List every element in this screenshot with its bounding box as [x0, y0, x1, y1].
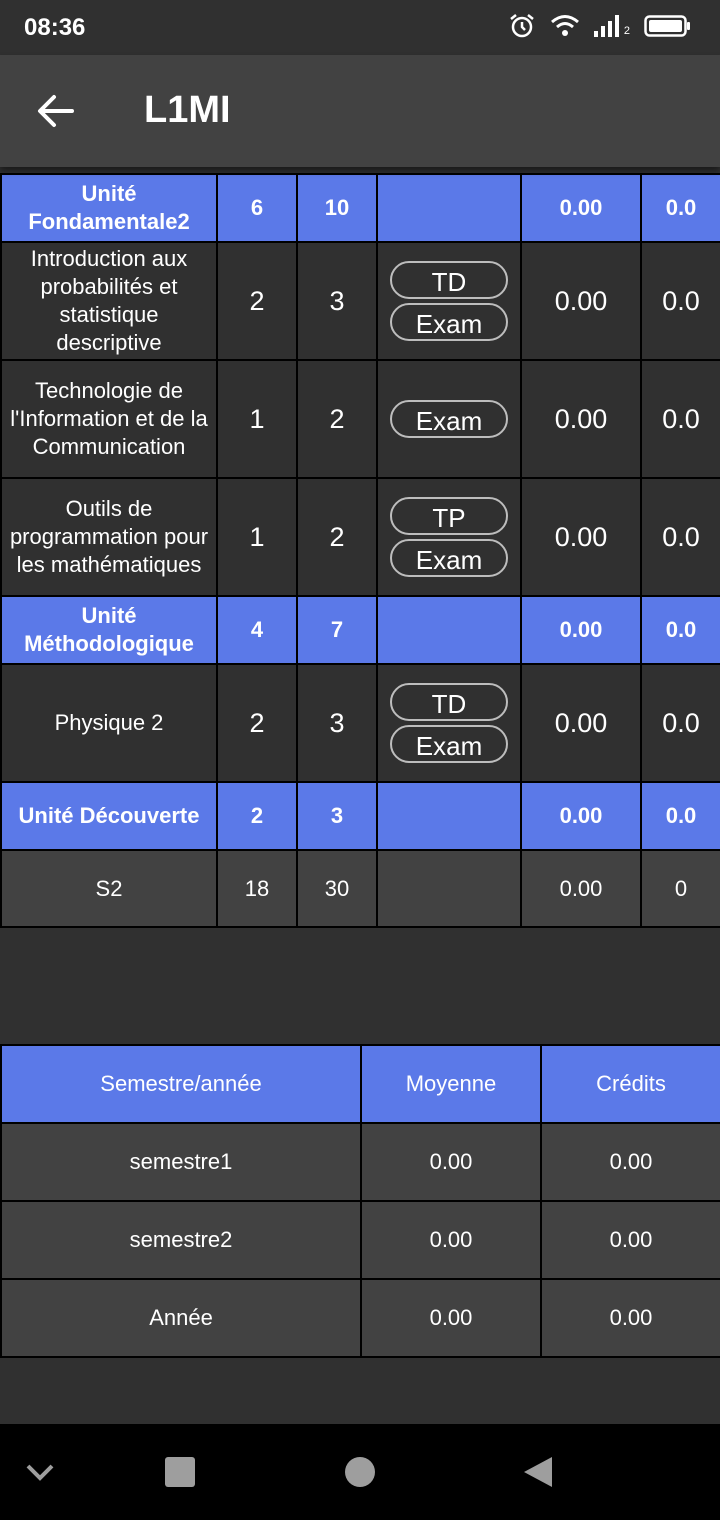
status-time: 08:36 — [24, 14, 86, 41]
signal-icon: 2 — [593, 15, 630, 37]
credits-earned: 0.0 — [640, 359, 720, 479]
credits: 3 — [296, 663, 378, 783]
credits-earned: 0.0 — [640, 477, 720, 597]
credits: 30 — [296, 849, 378, 928]
average: 0.00 — [520, 359, 642, 479]
credits: 3 — [296, 241, 378, 361]
header-credits: Crédits — [540, 1044, 720, 1124]
subject-row: Technologie de l'Information et de la Co… — [0, 359, 720, 479]
summary-average: 0.00 — [360, 1122, 542, 1202]
summary-row: semestre1 0.00 0.00 — [0, 1122, 720, 1202]
tp-button[interactable]: TP — [390, 497, 508, 535]
semester-total-row: S2 18 30 0.00 0 — [0, 849, 720, 928]
summary-label: semestre1 — [0, 1122, 362, 1202]
module-name: S2 — [0, 849, 218, 928]
assessment-buttons — [376, 849, 522, 928]
exam-button[interactable]: Exam — [390, 725, 508, 763]
assessment-buttons — [376, 781, 522, 851]
summary-credits: 0.00 — [540, 1278, 720, 1358]
credits-earned: 0.0 — [640, 781, 720, 851]
summary-header-row: Semestre/année Moyenne Crédits — [0, 1044, 720, 1124]
summary-credits: 0.00 — [540, 1200, 720, 1280]
credits: 2 — [296, 477, 378, 597]
module-name: Technologie de l'Information et de la Co… — [0, 359, 218, 479]
average: 0.00 — [520, 173, 642, 243]
credits-earned: 0.0 — [640, 663, 720, 783]
average: 0.00 — [520, 477, 642, 597]
module-name: Physique 2 — [0, 663, 218, 783]
assessment-buttons: Exam — [376, 359, 522, 479]
module-name: Outils de programmation pour les mathéma… — [0, 477, 218, 597]
unit-row: Unité Méthodologique 4 7 0.00 0.0 — [0, 595, 720, 665]
alarm-icon — [510, 14, 534, 38]
summary-row: Année 0.00 0.00 — [0, 1278, 720, 1358]
average: 0.00 — [520, 595, 642, 665]
unit-row: Unité Fondamentale2 6 10 0.00 0.0 — [0, 173, 720, 243]
recents-square-icon[interactable] — [164, 1456, 196, 1488]
average: 0.00 — [520, 241, 642, 361]
header-moyenne: Moyenne — [360, 1044, 542, 1124]
summary-table: Semestre/année Moyenne Crédits semestre1… — [0, 1044, 720, 1358]
navigation-bar — [0, 1424, 720, 1520]
status-bar: 08:36 2 — [0, 0, 720, 55]
td-button[interactable]: TD — [390, 683, 508, 721]
coefficient: 2 — [216, 241, 298, 361]
wifi-icon — [550, 15, 579, 36]
subject-row: Introduction aux probabilités et statist… — [0, 241, 720, 361]
summary-label: semestre2 — [0, 1200, 362, 1280]
page-title: L1MI — [144, 89, 231, 131]
credits: 10 — [296, 173, 378, 243]
app-bar: L1MI — [0, 55, 720, 167]
summary-average: 0.00 — [360, 1200, 542, 1280]
back-arrow-icon[interactable] — [36, 93, 76, 129]
coefficient: 1 — [216, 359, 298, 479]
average: 0.00 — [520, 849, 642, 928]
assessment-buttons: TP Exam — [376, 477, 522, 597]
coefficient: 1 — [216, 477, 298, 597]
coefficient: 6 — [216, 173, 298, 243]
module-name: Unité Méthodologique — [0, 595, 218, 665]
assessment-buttons — [376, 173, 522, 243]
exam-button[interactable]: Exam — [390, 303, 508, 341]
exam-button[interactable]: Exam — [390, 400, 508, 438]
credits-earned: 0.0 — [640, 173, 720, 243]
coefficient: 2 — [216, 781, 298, 851]
assessment-buttons — [376, 595, 522, 665]
assessment-buttons: TD Exam — [376, 241, 522, 361]
unit-row: Unité Découverte 2 3 0.00 0.0 — [0, 781, 720, 851]
credits-earned: 0.0 — [640, 595, 720, 665]
subject-row: Outils de programmation pour les mathéma… — [0, 477, 720, 597]
assessment-buttons: TD Exam — [376, 663, 522, 783]
summary-credits: 0.00 — [540, 1122, 720, 1202]
grades-table: Unité Fondamentale2 6 10 0.00 0.0 Introductio… — [0, 173, 720, 928]
credits: 2 — [296, 359, 378, 479]
battery-icon — [644, 15, 690, 37]
signal-sim-label: 2 — [623, 25, 630, 37]
summary-row: semestre2 0.00 0.00 — [0, 1200, 720, 1280]
status-icons: 2 — [508, 12, 692, 40]
subject-row: Physique 2 2 3 TD Exam 0.00 0.0 — [0, 663, 720, 783]
exam-button[interactable]: Exam — [390, 539, 508, 577]
coefficient: 18 — [216, 849, 298, 928]
credits-earned: 0.0 — [640, 241, 720, 361]
module-name: Unité Découverte — [0, 781, 218, 851]
credits: 7 — [296, 595, 378, 665]
module-name: Unité Fondamentale2 — [0, 173, 218, 243]
header-semestre-annee: Semestre/année — [0, 1044, 362, 1124]
back-triangle-icon[interactable] — [522, 1456, 554, 1488]
summary-label: Année — [0, 1278, 362, 1358]
average: 0.00 — [520, 781, 642, 851]
average: 0.00 — [520, 663, 642, 783]
credits-earned: 0 — [640, 849, 720, 928]
credits: 3 — [296, 781, 378, 851]
summary-average: 0.00 — [360, 1278, 542, 1358]
home-circle-icon[interactable] — [344, 1456, 376, 1488]
coefficient: 4 — [216, 595, 298, 665]
chevron-down-icon[interactable] — [24, 1460, 56, 1484]
module-name: Introduction aux probabilités et statist… — [0, 241, 218, 361]
td-button[interactable]: TD — [390, 261, 508, 299]
coefficient: 2 — [216, 663, 298, 783]
